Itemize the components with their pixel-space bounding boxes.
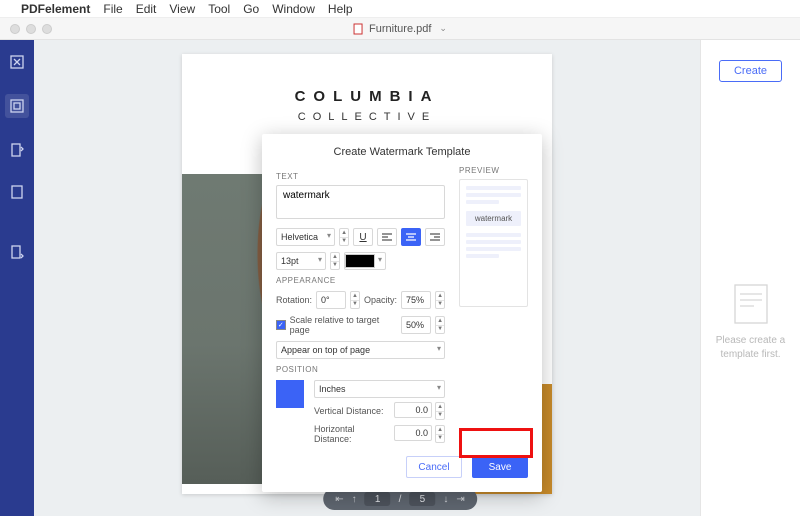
save-button[interactable]: Save [472, 456, 528, 478]
cancel-button[interactable]: Cancel [406, 456, 462, 478]
hdist-stepper[interactable]: ▲▼ [435, 425, 445, 443]
stepper-down-icon[interactable]: ▼ [340, 238, 348, 246]
size-select[interactable]: 13pt [276, 252, 326, 270]
first-page-icon[interactable]: ⇤ [335, 494, 343, 505]
vdist-input[interactable]: 0.0 [394, 402, 432, 418]
app-menu[interactable]: PDFelement [21, 2, 90, 16]
current-page-field[interactable]: 1 [365, 492, 391, 506]
vdist-stepper[interactable]: ▲▼ [435, 402, 445, 420]
align-center-button[interactable] [401, 228, 421, 246]
scale-label: Scale relative to target page [290, 315, 397, 335]
menu-tool[interactable]: Tool [208, 2, 230, 16]
rotation-label: Rotation: [276, 295, 312, 305]
document-icon [353, 23, 363, 35]
rotation-stepper[interactable]: ▲▼ [350, 291, 360, 309]
left-sidebar [0, 40, 34, 516]
mac-menubar: PDFelement File Edit View Tool Go Window… [0, 0, 800, 18]
sidebar-watermark-tool-icon[interactable] [5, 94, 29, 118]
create-template-button[interactable]: Create [719, 60, 782, 82]
sidebar-page-tool-icon[interactable] [7, 140, 27, 160]
minimize-window-icon[interactable] [26, 24, 36, 34]
next-page-icon[interactable]: ↓ [443, 494, 448, 505]
sidebar-doc-tool-icon[interactable] [7, 182, 27, 202]
menu-view[interactable]: View [169, 2, 195, 16]
position-anchor-picker[interactable] [276, 380, 304, 408]
text-color-picker[interactable] [344, 252, 386, 270]
scale-checkbox-row[interactable]: ✓ Scale relative to target page [276, 315, 397, 335]
section-text-label: TEXT [276, 172, 445, 181]
section-position-label: POSITION [276, 365, 445, 374]
sidebar-close-tool-icon[interactable] [7, 52, 27, 72]
appear-order-select[interactable]: Appear on top of page [276, 341, 445, 359]
opacity-label: Opacity: [364, 295, 397, 305]
hdist-label: Horizontal Distance: [314, 424, 394, 444]
menu-go[interactable]: Go [243, 2, 259, 16]
title-text: Furniture.pdf [369, 23, 431, 35]
watermark-preview: watermark [459, 179, 528, 307]
menu-help[interactable]: Help [328, 2, 353, 16]
align-right-button[interactable] [425, 228, 445, 246]
underline-button[interactable]: U [353, 228, 373, 246]
zoom-window-icon[interactable] [42, 24, 52, 34]
traffic-lights [0, 24, 52, 34]
placeholder-line1: Please create a [716, 334, 786, 348]
align-left-button[interactable] [377, 228, 397, 246]
page-heading: COLUMBIA [182, 54, 552, 105]
right-panel: Create Please create a template first. [700, 40, 800, 516]
watermark-modal: Create Watermark Template TEXT Helvetica… [262, 134, 542, 492]
template-placeholder-icon [732, 282, 770, 326]
document-title[interactable]: Furniture.pdf ⌄ [353, 23, 447, 35]
page-subheading: COLLECTIVE [182, 111, 552, 123]
scale-checkbox[interactable]: ✓ [276, 320, 286, 330]
title-chevron-icon: ⌄ [439, 23, 447, 34]
page-sep: / [399, 494, 402, 505]
rotation-input[interactable]: 0° [316, 291, 346, 309]
prev-page-icon[interactable]: ↑ [352, 494, 357, 505]
preview-watermark-text: watermark [466, 211, 521, 226]
opacity-input[interactable]: 75% [401, 291, 431, 309]
size-stepper[interactable]: ▲▼ [330, 252, 340, 270]
template-empty-state: Please create a template first. [716, 282, 786, 362]
font-select[interactable]: Helvetica [276, 228, 335, 246]
section-preview-label: PREVIEW [459, 166, 528, 175]
hdist-input[interactable]: 0.0 [394, 425, 432, 441]
menu-window[interactable]: Window [272, 2, 315, 16]
menu-edit[interactable]: Edit [136, 2, 157, 16]
placeholder-line2: template first. [720, 348, 780, 362]
font-stepper[interactable]: ▲▼ [339, 228, 349, 246]
opacity-stepper[interactable]: ▲▼ [435, 291, 445, 309]
modal-title: Create Watermark Template [276, 146, 528, 158]
sidebar-stamp-tool-icon[interactable] [7, 242, 27, 262]
window-titlebar: Furniture.pdf ⌄ [0, 18, 800, 40]
scale-input[interactable]: 50% [401, 316, 431, 334]
stepper-up-icon[interactable]: ▲ [340, 229, 348, 238]
unit-select[interactable]: Inches [314, 380, 445, 398]
menu-file[interactable]: File [103, 2, 122, 16]
total-pages: 5 [409, 492, 435, 506]
section-appearance-label: APPEARANCE [276, 276, 445, 285]
scale-stepper[interactable]: ▲▼ [435, 316, 445, 334]
close-window-icon[interactable] [10, 24, 20, 34]
last-page-icon[interactable]: ⇥ [456, 494, 464, 505]
watermark-text-input[interactable] [276, 185, 445, 219]
vdist-label: Vertical Distance: [314, 406, 384, 416]
